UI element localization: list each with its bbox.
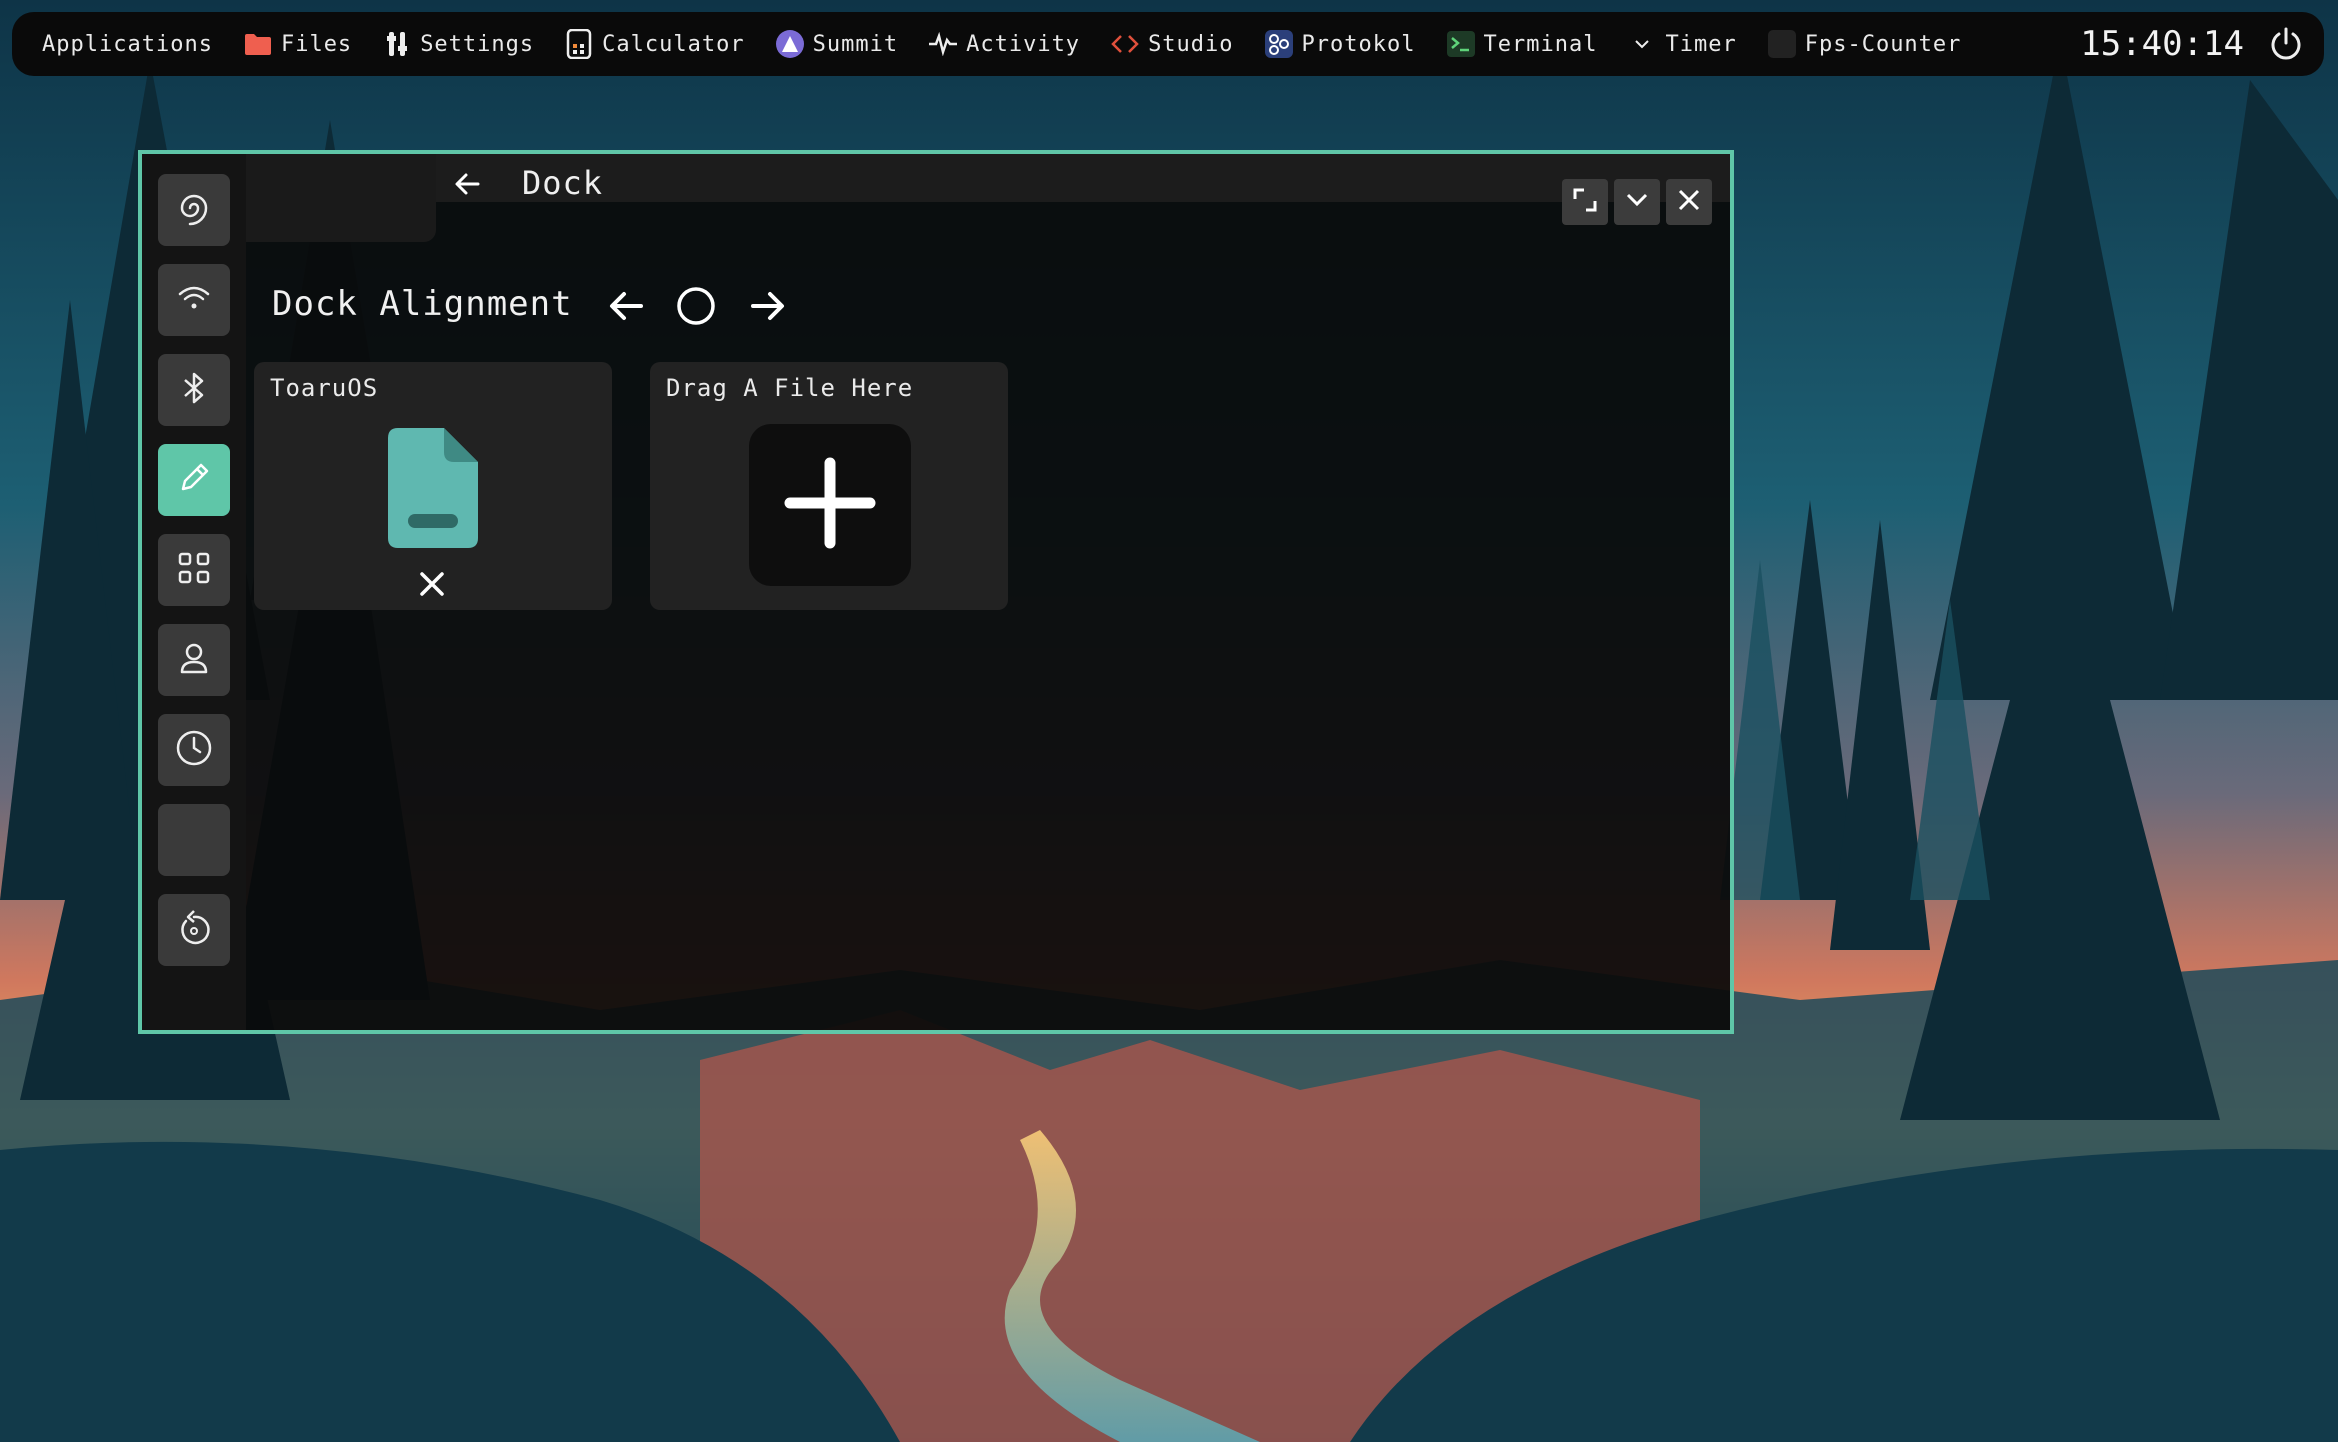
- file-icon: [388, 428, 478, 548]
- panel-item-protokol[interactable]: Protokol: [1264, 22, 1416, 66]
- panel-item-label: Summit: [812, 31, 899, 57]
- add-file-button[interactable]: [749, 424, 911, 586]
- sidebar-item-apps[interactable]: [158, 534, 230, 606]
- sidebar-item-appearance[interactable]: [158, 174, 230, 246]
- share-icon: [1264, 29, 1294, 59]
- sidebar-item-empty[interactable]: [158, 804, 230, 876]
- panel-item-label: Settings: [420, 31, 535, 57]
- align-right-button[interactable]: [742, 282, 794, 334]
- wifi-icon: [176, 283, 212, 317]
- maximize-icon: [1572, 187, 1598, 217]
- panel-item-calculator[interactable]: Calculator: [564, 22, 744, 66]
- dock-item-label: ToaruOS: [270, 374, 379, 402]
- chevron-down-icon: [1624, 187, 1650, 217]
- plus-icon: [784, 457, 876, 553]
- top-panel: Applications Files Settings Calculator S…: [12, 12, 2324, 76]
- close-icon: [1676, 187, 1702, 217]
- circle-icon: [675, 285, 717, 331]
- panel-item-studio[interactable]: Studio: [1110, 22, 1233, 66]
- panel-item-label: Fps-Counter: [1804, 31, 1962, 57]
- panel-item-label: Files: [280, 31, 353, 57]
- minimize-button[interactable]: [1614, 179, 1660, 225]
- maximize-button[interactable]: [1562, 179, 1608, 225]
- panel-item-label: Activity: [966, 31, 1081, 57]
- panel-clock[interactable]: 15:40:14: [2080, 24, 2244, 64]
- reset-icon: [176, 909, 212, 951]
- panel-item-label: Terminal: [1483, 31, 1598, 57]
- sidebar-item-wifi[interactable]: [158, 264, 230, 336]
- applications-label: Applications: [42, 31, 213, 57]
- blank-icon: [1767, 29, 1797, 59]
- panel-item-files[interactable]: Files: [243, 22, 352, 66]
- settings-icon: [382, 29, 412, 59]
- arrow-left-icon: [605, 285, 647, 331]
- panel-item-activity[interactable]: Activity: [928, 22, 1080, 66]
- panel-item-fps-counter[interactable]: Fps-Counter: [1767, 22, 1962, 66]
- sidebar-item-reset[interactable]: [158, 894, 230, 966]
- dock-alignment-title: Dock Alignment: [272, 284, 573, 324]
- back-arrow-icon[interactable]: [452, 168, 484, 200]
- bluetooth-icon: [180, 369, 208, 411]
- align-center-button[interactable]: [670, 282, 722, 334]
- grid-icon: [177, 551, 211, 589]
- close-window-button[interactable]: [1666, 179, 1712, 225]
- panel-item-label: Calculator: [602, 31, 745, 57]
- window-title: Dock: [522, 164, 604, 202]
- sidebar-item-customize[interactable]: [158, 444, 230, 516]
- window-titlebar-tab: [246, 154, 436, 242]
- settings-window: Dock Dock Alignment ToaruOS Drag A File …: [138, 150, 1734, 1034]
- panel-item-timer[interactable]: Timer: [1627, 22, 1736, 66]
- close-icon[interactable]: [416, 568, 448, 600]
- sidebar-item-users[interactable]: [158, 624, 230, 696]
- panel-item-settings[interactable]: Settings: [382, 22, 534, 66]
- pencil-icon: [177, 461, 211, 499]
- applications-menu[interactable]: Applications: [42, 22, 213, 66]
- panel-item-label: Timer: [1665, 31, 1737, 57]
- align-left-button[interactable]: [600, 282, 652, 334]
- panel-item-terminal[interactable]: Terminal: [1446, 22, 1598, 66]
- activity-icon: [928, 29, 958, 59]
- clock-icon: [175, 729, 213, 771]
- settings-sidebar: [142, 154, 246, 1030]
- terminal-icon: [1446, 29, 1476, 59]
- add-dock-item-card[interactable]: Drag A File Here: [650, 362, 1008, 610]
- calculator-icon: [564, 29, 594, 59]
- code-icon: [1110, 29, 1140, 59]
- panel-item-label: Protokol: [1301, 31, 1416, 57]
- summit-icon: [775, 29, 805, 59]
- panel-item-label: Studio: [1148, 31, 1234, 57]
- sidebar-item-bluetooth[interactable]: [158, 354, 230, 426]
- power-icon[interactable]: [2266, 24, 2306, 64]
- arrow-right-icon: [747, 285, 789, 331]
- panel-item-summit[interactable]: Summit: [775, 22, 898, 66]
- drag-file-label: Drag A File Here: [666, 374, 914, 402]
- folder-icon: [243, 29, 273, 59]
- spiral-icon: [174, 188, 214, 232]
- user-icon: [179, 641, 209, 679]
- chevron-down-icon: [1627, 29, 1657, 59]
- dock-item-card[interactable]: ToaruOS: [254, 362, 612, 610]
- sidebar-item-time[interactable]: [158, 714, 230, 786]
